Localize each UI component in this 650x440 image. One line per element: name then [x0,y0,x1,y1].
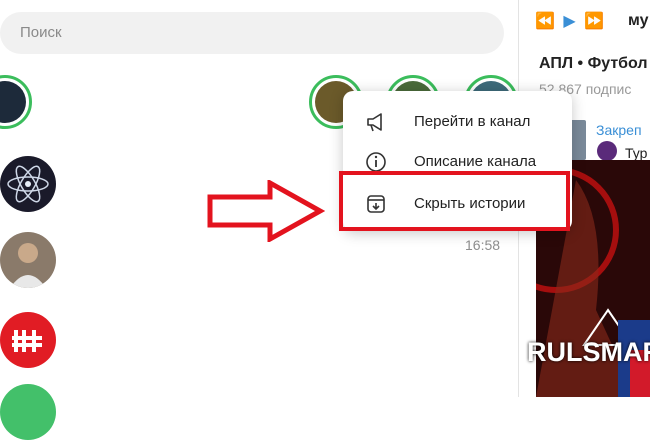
rewind-icon[interactable]: ⏪ [535,13,555,30]
player-controls[interactable]: ⏪ ▶ ⏩ [535,11,604,31]
menu-item-label: Описание канала [414,153,537,170]
chat-avatar[interactable] [0,156,56,212]
chat-time: 16:58 [465,237,501,253]
atom-icon [7,165,49,203]
chat-avatar[interactable] [0,312,56,368]
logo-icon [12,330,42,352]
menu-item-label: Перейти в канал [414,113,531,130]
pinned-text: Тур [625,145,648,161]
info-icon [366,152,386,172]
play-icon[interactable]: ▶ [563,13,575,30]
search-placeholder: Поиск [20,24,62,41]
menu-item-open-channel[interactable]: Перейти в канал [343,102,572,142]
chat-avatar[interactable] [0,384,56,440]
watermark: RULSMART [527,337,650,367]
highlight-box [339,171,570,231]
pointer-arrow-icon [207,180,325,242]
channel-title: АПЛ • Футбол [539,55,648,72]
premier-league-icon [597,141,617,161]
pinned-label[interactable]: Закреп [596,122,642,138]
player-title: му [628,12,649,29]
person-icon [10,243,46,288]
megaphone-icon [367,113,382,132]
story-avatar[interactable] [0,75,32,129]
pinned-thumbnail [570,120,586,160]
search-input[interactable]: Поиск [0,12,504,54]
forward-icon[interactable]: ⏩ [584,13,604,30]
chat-avatar[interactable] [0,232,56,288]
